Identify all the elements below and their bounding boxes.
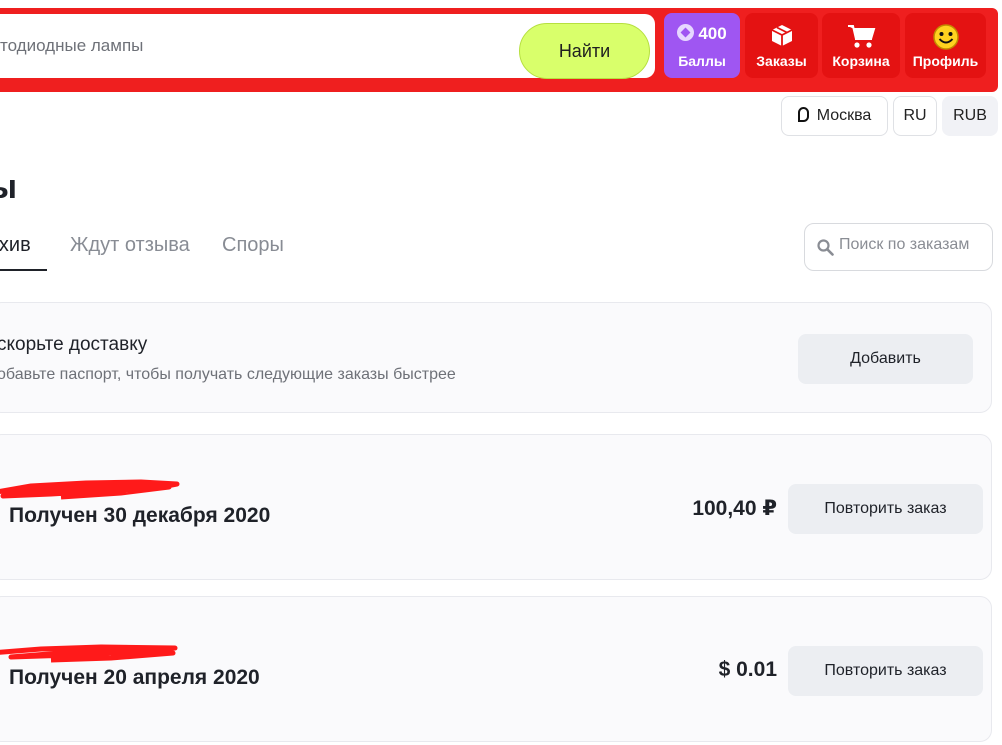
profile-label: Профиль <box>912 53 979 69</box>
active-tab-indicator <box>0 269 47 271</box>
tab-disputes[interactable]: Споры <box>222 234 284 257</box>
tab-awaiting-review[interactable]: Ждут отзыва <box>70 234 190 257</box>
order-card: Получен 20 апреля 2020 $ 0.01 Повторить … <box>0 596 992 742</box>
order-card: Получен 30 декабря 2020 100,40 ₽ Повтори… <box>0 434 992 580</box>
points-button[interactable]: 400 Баллы <box>664 13 740 78</box>
repeat-order-button[interactable]: Повторить заказ <box>788 484 983 534</box>
find-button[interactable]: Найти <box>519 23 650 79</box>
points-value: 400 <box>698 24 727 43</box>
order-price: 100,40 ₽ <box>692 497 777 520</box>
language-selector[interactable]: RU <box>893 96 937 136</box>
cart-icon <box>848 25 876 48</box>
city-label: Москва <box>816 107 872 124</box>
order-status: Получен 30 декабря 2020 <box>9 504 271 527</box>
promo-title: скорьте доставку <box>0 334 148 355</box>
currency-selector[interactable]: RUB <box>942 96 998 136</box>
search-icon <box>817 239 834 256</box>
redaction-scribble <box>0 644 178 663</box>
order-status: Получен 20 апреля 2020 <box>9 666 260 689</box>
smiley-icon <box>932 24 959 50</box>
orders-label: Заказы <box>756 53 807 69</box>
city-selector[interactable]: Москва <box>781 96 888 136</box>
redaction-scribble <box>0 479 180 500</box>
profile-button[interactable]: Профиль <box>905 13 986 78</box>
main-search-field[interactable]: тодиодные лампы Найти <box>0 14 655 79</box>
points-coin-icon <box>677 24 695 41</box>
box-icon <box>771 25 792 46</box>
passport-promo-card: скорьте доставку обавьте паспорт, чтобы … <box>0 302 992 413</box>
repeat-order-button[interactable]: Повторить заказ <box>788 646 983 696</box>
order-search-box[interactable] <box>804 223 993 271</box>
promo-subtitle: обавьте паспорт, чтобы получать следующи… <box>0 366 456 383</box>
points-label: Баллы <box>678 53 726 69</box>
main-search-value[interactable]: тодиодные лампы <box>0 36 143 56</box>
order-price: $ 0.01 <box>718 658 777 681</box>
add-passport-button[interactable]: Добавить <box>798 334 973 384</box>
tab-archive[interactable]: рхив <box>0 234 31 257</box>
order-search-input[interactable] <box>839 236 989 254</box>
orders-button[interactable]: Заказы <box>745 13 818 78</box>
cart-button[interactable]: Корзина <box>822 13 900 78</box>
location-pin-icon <box>797 107 809 122</box>
cart-label: Корзина <box>832 53 890 69</box>
page-title: ы <box>0 168 18 206</box>
top-header: тодиодные лампы Найти 400 Баллы Заказы К… <box>0 8 998 92</box>
